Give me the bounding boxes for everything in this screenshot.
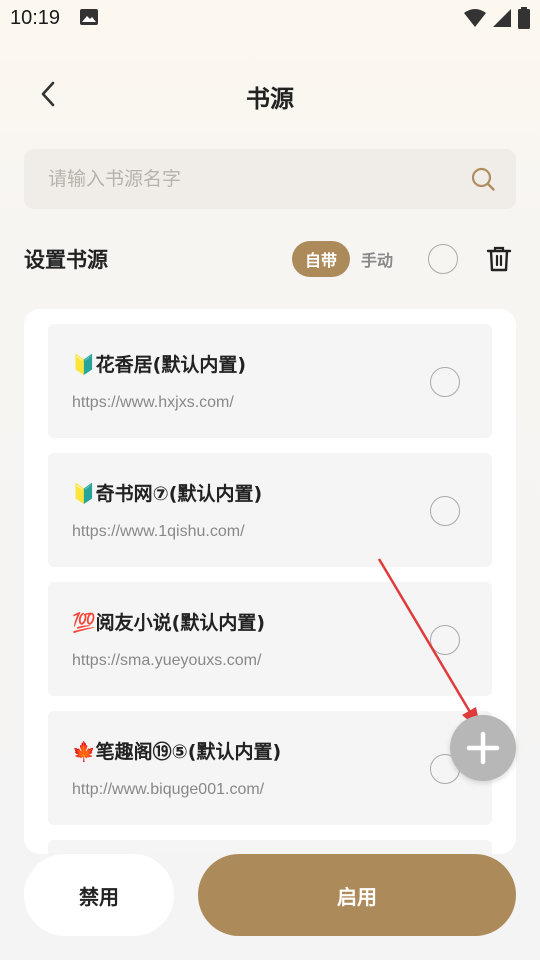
source-name-text: 笔趣阁⑲⑤(默认内置) [95, 741, 282, 763]
source-url: http://www.biquge001.com/ [72, 781, 265, 798]
source-item[interactable]: 🔰花香居(默认内置) https://www.hxjxs.com/ [48, 324, 492, 438]
source-name: 🔰花香居(默认内置) [72, 350, 246, 377]
battery-icon [518, 7, 530, 29]
search-box [24, 149, 516, 209]
status-time: 10:19 [10, 7, 61, 29]
image-icon [80, 9, 98, 25]
wifi-icon [464, 9, 486, 27]
source-name-text: 花香居(默认内置) [95, 354, 247, 376]
source-emoji-icon: 🔰 [72, 354, 96, 376]
section-title: 设置书源 [24, 247, 108, 272]
select-all-radio[interactable] [428, 244, 458, 274]
source-item[interactable]: 🍁笔趣阁⑲⑤(默认内置) http://www.biquge001.com/ [48, 711, 492, 825]
source-select-radio[interactable] [430, 496, 460, 526]
source-list: 🔰花香居(默认内置) https://www.hxjxs.com/ 🔰奇书网⑦(… [24, 309, 516, 854]
source-select-radio[interactable] [430, 367, 460, 397]
source-url: https://sma.yueyouxs.com/ [72, 652, 262, 669]
trash-icon[interactable] [485, 245, 513, 273]
source-emoji-icon: 🍁 [72, 741, 96, 763]
plus-icon [466, 731, 500, 765]
builtin-toggle[interactable]: 自带 [292, 241, 350, 277]
signal-icon [493, 9, 511, 27]
source-url: https://www.1qishu.com/ [72, 523, 245, 540]
source-select-radio[interactable] [430, 625, 460, 655]
source-name-text: 阅友小说(默认内置) [95, 612, 266, 634]
source-name: 🔰奇书网⑦(默认内置) [72, 479, 262, 506]
source-item-partial[interactable] [48, 840, 492, 854]
status-bar: 10:19 [0, 0, 540, 36]
source-emoji-icon: 🔰 [72, 483, 96, 505]
disable-button[interactable]: 禁用 [24, 854, 174, 936]
manual-toggle[interactable]: 手动 [352, 241, 402, 277]
search-input[interactable] [48, 149, 448, 209]
source-name: 💯阅友小说(默认内置) [72, 608, 265, 635]
source-url: https://www.hxjxs.com/ [72, 394, 234, 411]
source-name: 🍁笔趣阁⑲⑤(默认内置) [72, 737, 281, 764]
enable-button[interactable]: 启用 [198, 854, 516, 936]
source-emoji-icon: 💯 [72, 612, 96, 634]
page-title: 书源 [246, 84, 294, 113]
add-source-button[interactable] [450, 715, 516, 781]
status-icons [464, 7, 530, 29]
source-name-text: 奇书网⑦(默认内置) [95, 483, 263, 505]
search-icon[interactable] [470, 166, 496, 192]
source-item[interactable]: 🔰奇书网⑦(默认内置) https://www.1qishu.com/ [48, 453, 492, 567]
source-item[interactable]: 💯阅友小说(默认内置) https://sma.yueyouxs.com/ [48, 582, 492, 696]
